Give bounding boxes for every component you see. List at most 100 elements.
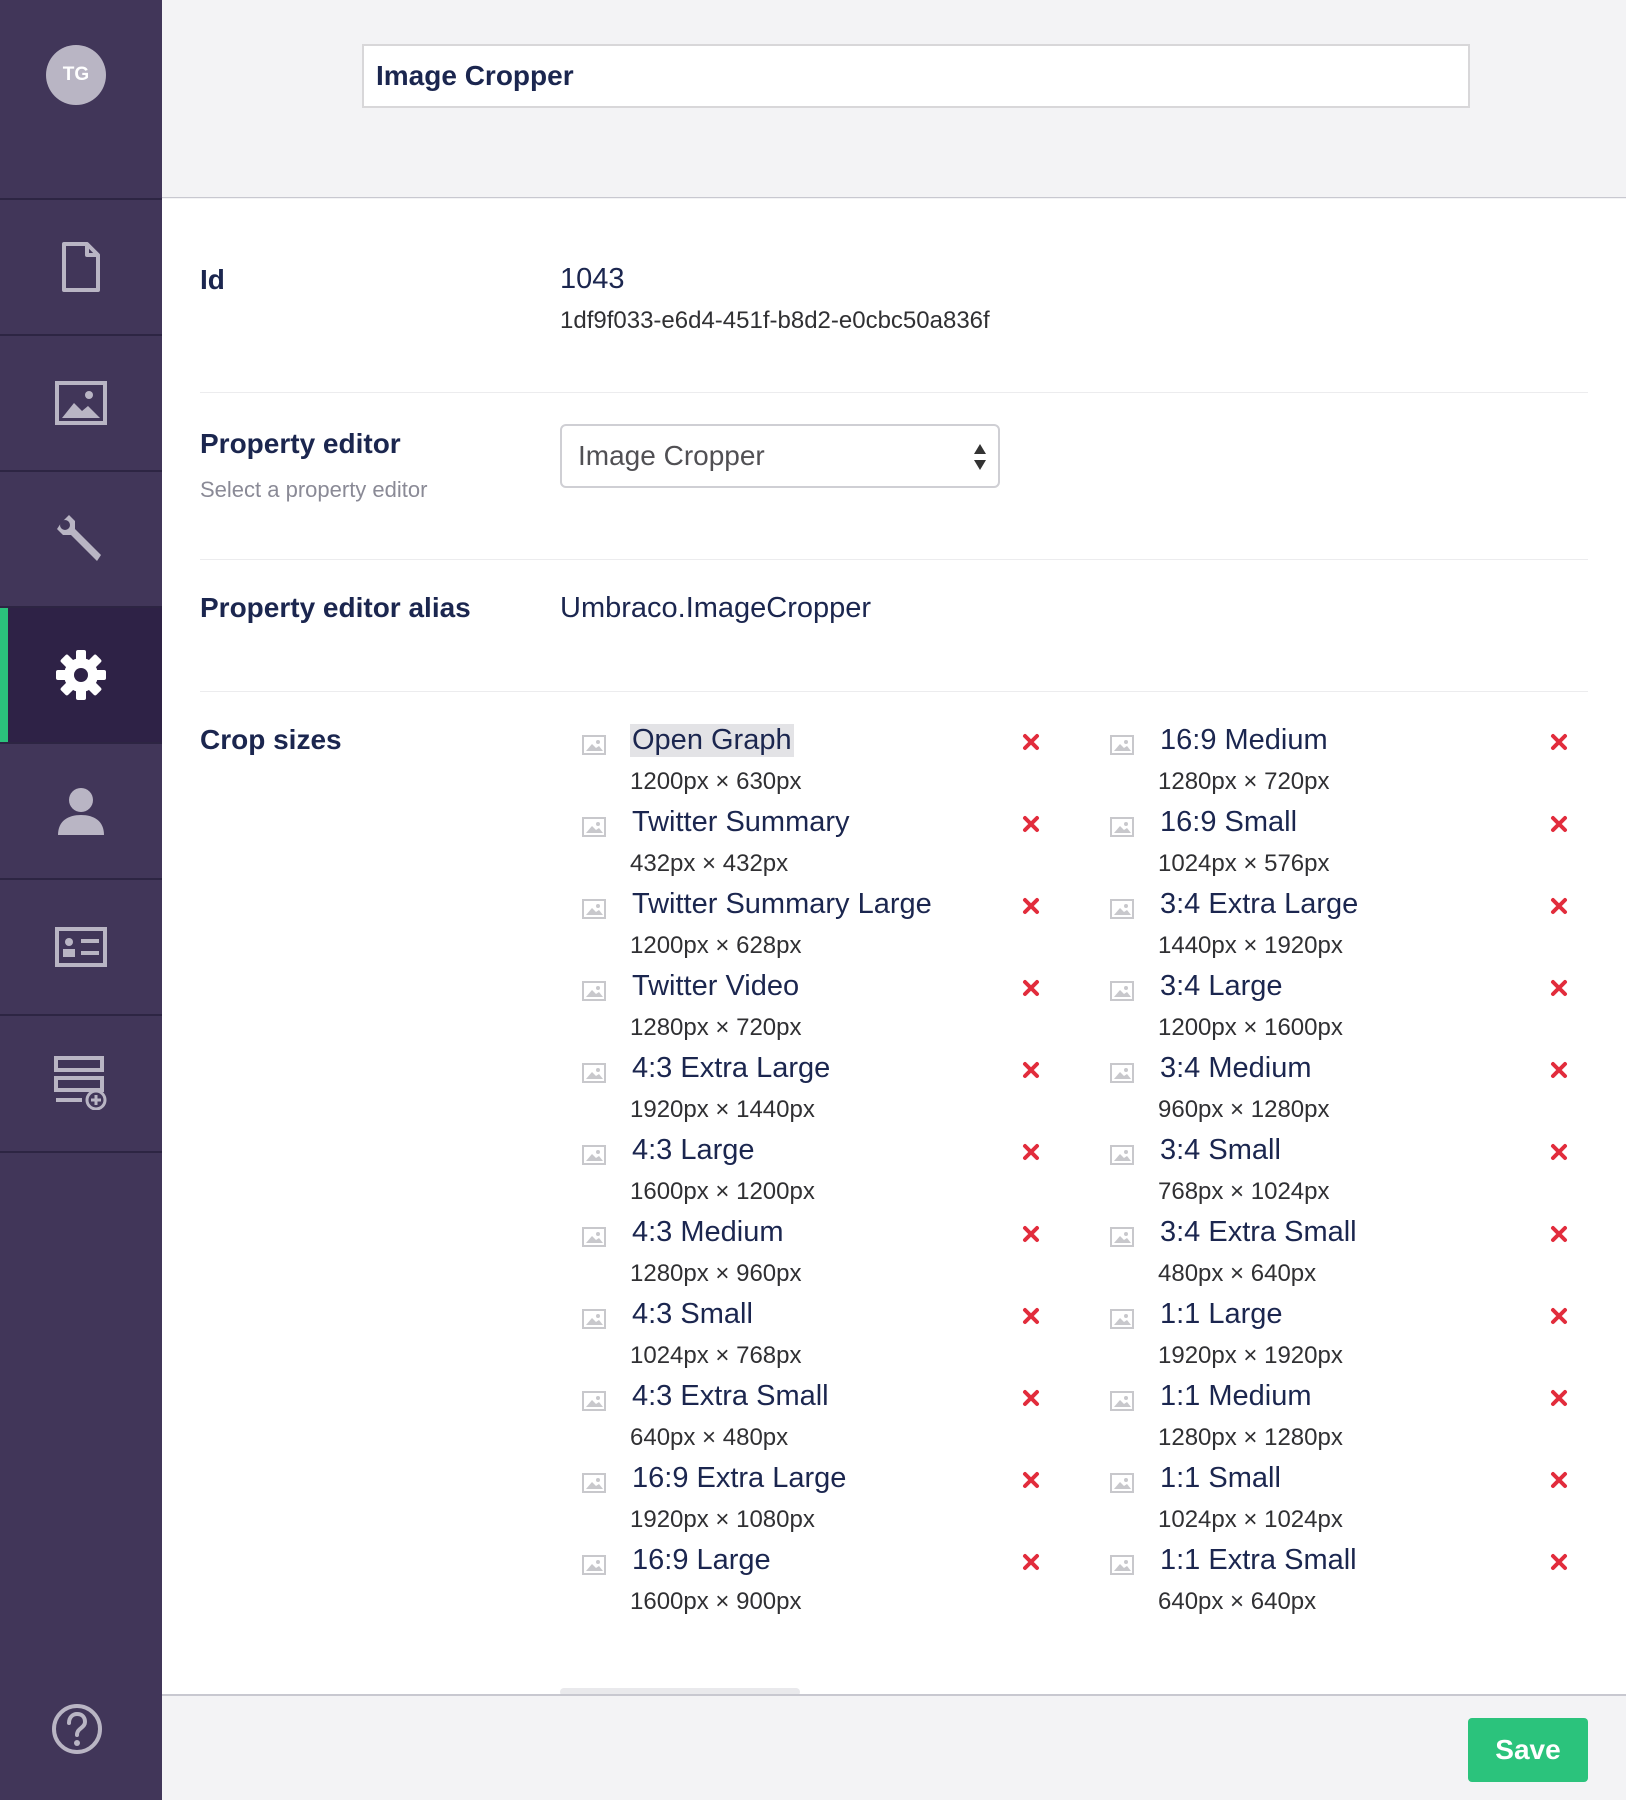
close-icon <box>1551 1472 1567 1488</box>
delete-crop-button[interactable] <box>1545 1138 1573 1166</box>
crop-name[interactable]: 1:1 Large <box>1158 1298 1285 1331</box>
crop-item: 1:1 Large 1920px × 1920px <box>1110 1298 1575 1380</box>
alias-value: Umbraco.ImageCropper <box>560 592 872 624</box>
section-settings[interactable] <box>0 470 162 606</box>
close-icon <box>1551 1226 1567 1242</box>
close-icon <box>1023 1308 1039 1324</box>
delete-crop-button[interactable] <box>1017 728 1045 756</box>
crop-name[interactable]: 4:3 Extra Small <box>630 1380 831 1413</box>
crop-name[interactable]: 16:9 Large <box>630 1544 773 1577</box>
crop-name[interactable]: Twitter Summary Large <box>630 888 934 921</box>
section-members[interactable] <box>0 878 162 1014</box>
crop-thumbnail-icon <box>582 981 606 1001</box>
user-icon <box>58 788 104 835</box>
delete-crop-button[interactable] <box>1017 1302 1045 1330</box>
delete-crop-button[interactable] <box>1545 810 1573 838</box>
delete-crop-button[interactable] <box>1017 1384 1045 1412</box>
name-input[interactable] <box>362 44 1470 108</box>
crop-dimensions: 1920px × 1920px <box>1158 1342 1343 1369</box>
crop-name[interactable]: Open Graph <box>630 724 794 757</box>
delete-crop-button[interactable] <box>1545 974 1573 1002</box>
crop-thumbnail-icon <box>582 1145 606 1165</box>
crop-thumbnail-icon <box>582 1227 606 1247</box>
avatar[interactable]: TG <box>46 45 106 105</box>
crop-item: 4:3 Extra Small 640px × 480px <box>582 1380 1047 1462</box>
property-editor-description: Select a property editor <box>200 477 428 502</box>
crop-thumbnail-icon <box>582 899 606 919</box>
section-forms[interactable] <box>0 1014 162 1150</box>
close-icon <box>1023 898 1039 914</box>
crop-thumbnail-icon <box>1110 899 1134 919</box>
editor-content: Id 1043 1df9f033-e6d4-451f-b8d2-e0cbc50a… <box>162 199 1626 1694</box>
crop-name[interactable]: 1:1 Extra Small <box>1158 1544 1359 1577</box>
section-users[interactable] <box>0 742 162 878</box>
crop-thumbnail-icon <box>1110 1145 1134 1165</box>
crop-name[interactable]: Twitter Video <box>630 970 801 1003</box>
crop-item: 4:3 Large 1600px × 1200px <box>582 1134 1047 1216</box>
crop-item: 1:1 Extra Small 640px × 640px <box>1110 1544 1575 1626</box>
crop-dimensions: 1024px × 576px <box>1158 850 1330 877</box>
crop-item: 3:4 Extra Small 480px × 640px <box>1110 1216 1575 1298</box>
crop-dimensions: 1200px × 1600px <box>1158 1014 1343 1041</box>
crop-name[interactable]: 1:1 Medium <box>1158 1380 1314 1413</box>
delete-crop-button[interactable] <box>1017 974 1045 1002</box>
close-icon <box>1551 816 1567 832</box>
delete-crop-button[interactable] <box>1545 1548 1573 1576</box>
delete-crop-button[interactable] <box>1017 892 1045 920</box>
crop-thumbnail-icon <box>1110 1473 1134 1493</box>
select-arrows-icon <box>974 444 986 470</box>
delete-crop-button[interactable] <box>1545 1302 1573 1330</box>
crop-thumbnail-icon <box>582 1473 606 1493</box>
crop-name[interactable]: 3:4 Large <box>1158 970 1285 1003</box>
crop-name[interactable]: 3:4 Medium <box>1158 1052 1314 1085</box>
crop-name[interactable]: 4:3 Medium <box>630 1216 786 1249</box>
crop-name[interactable]: 4:3 Large <box>630 1134 757 1167</box>
delete-crop-button[interactable] <box>1545 1220 1573 1248</box>
crop-name[interactable]: 3:4 Extra Small <box>1158 1216 1359 1249</box>
property-editor-select[interactable]: Image Cropper <box>560 424 1000 488</box>
delete-crop-button[interactable] <box>1545 1384 1573 1412</box>
delete-crop-button[interactable] <box>1545 1466 1573 1494</box>
crop-name[interactable]: 16:9 Medium <box>1158 724 1330 757</box>
crop-name[interactable]: 1:1 Small <box>1158 1462 1283 1495</box>
save-button[interactable]: Save <box>1468 1718 1588 1782</box>
crop-name[interactable]: Twitter Summary <box>630 806 852 839</box>
section-developer[interactable] <box>0 606 162 742</box>
crop-name[interactable]: 3:4 Extra Large <box>1158 888 1360 921</box>
form-add-icon <box>54 1056 107 1110</box>
crop-item: 1:1 Medium 1280px × 1280px <box>1110 1380 1575 1462</box>
close-icon <box>1551 1144 1567 1160</box>
crop-name[interactable]: 16:9 Extra Large <box>630 1462 848 1495</box>
id-value: 1043 <box>560 263 625 295</box>
close-icon <box>1023 1226 1039 1242</box>
id-card-icon <box>55 927 107 967</box>
close-icon <box>1023 1554 1039 1570</box>
delete-crop-button[interactable] <box>1545 1056 1573 1084</box>
close-icon <box>1023 734 1039 750</box>
delete-crop-button[interactable] <box>1017 810 1045 838</box>
crop-name[interactable]: 3:4 Small <box>1158 1134 1283 1167</box>
property-editor-selected: Image Cropper <box>578 440 765 471</box>
crop-name[interactable]: 4:3 Small <box>630 1298 755 1331</box>
delete-crop-button[interactable] <box>1545 892 1573 920</box>
delete-crop-button[interactable] <box>1017 1466 1045 1494</box>
section-media[interactable] <box>0 334 162 470</box>
delete-crop-button[interactable] <box>1017 1548 1045 1576</box>
crop-item: 3:4 Medium 960px × 1280px <box>1110 1052 1575 1134</box>
crop-thumbnail-icon <box>1110 735 1134 755</box>
crop-name[interactable]: 4:3 Extra Large <box>630 1052 832 1085</box>
delete-crop-button[interactable] <box>1017 1138 1045 1166</box>
crop-item: 4:3 Medium 1280px × 960px <box>582 1216 1047 1298</box>
section-content[interactable] <box>0 198 162 334</box>
crop-name[interactable]: 16:9 Small <box>1158 806 1299 839</box>
sidebar-divider <box>0 1151 162 1153</box>
gear-icon <box>56 650 106 700</box>
help-button[interactable] <box>51 1703 103 1755</box>
crop-sizes-label: Crop sizes <box>200 724 342 755</box>
delete-crop-button[interactable] <box>1017 1056 1045 1084</box>
document-icon <box>62 242 100 292</box>
crop-item: Twitter Summary 432px × 432px <box>582 806 1047 888</box>
delete-crop-button[interactable] <box>1545 728 1573 756</box>
delete-crop-button[interactable] <box>1017 1220 1045 1248</box>
crop-dimensions: 432px × 432px <box>630 850 789 877</box>
